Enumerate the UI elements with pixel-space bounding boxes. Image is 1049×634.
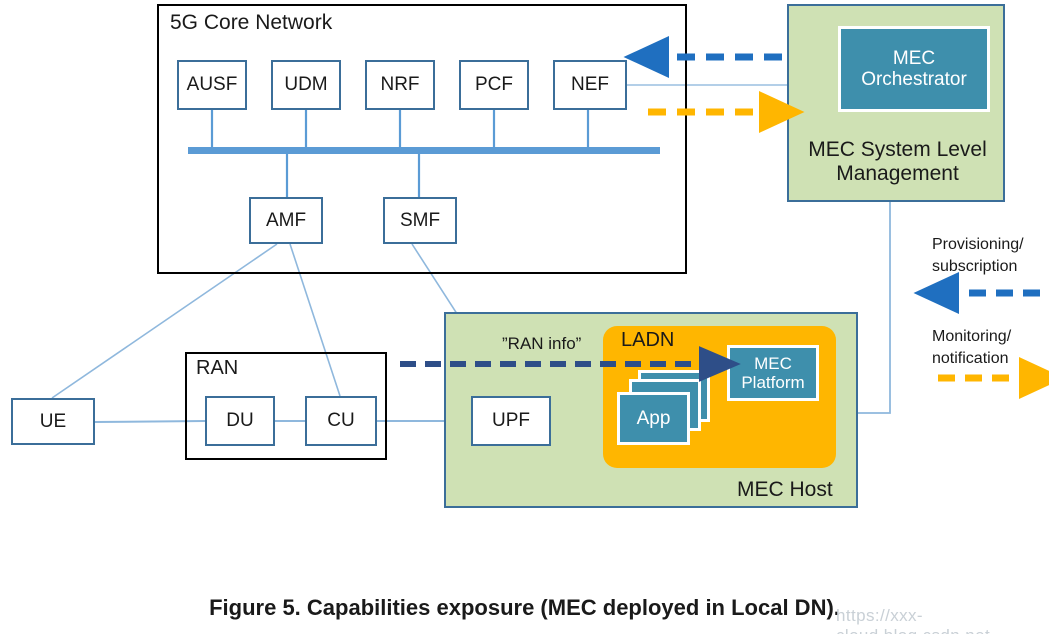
ran-title: RAN (196, 357, 239, 379)
ran-info-label: ”RAN info” (502, 334, 582, 353)
mec-orchestrator-label: MEC Orchestrator (861, 47, 967, 90)
watermark: https://xxx-cloud.blog.csdn.net (836, 606, 990, 634)
upf-box[interactable]: UPF (471, 396, 551, 446)
mec-host-title: MEC Host (737, 478, 833, 501)
legend-monitoring-line2: notification (932, 350, 1009, 367)
mec-system-level-management-title: MEC System Level Management (808, 138, 987, 186)
app-box[interactable]: App (617, 392, 690, 445)
ue-box[interactable]: UE (11, 398, 95, 445)
app-label: App (636, 407, 671, 429)
network-function-label: AMF (265, 209, 307, 231)
ran-node-label: DU (226, 410, 254, 432)
network-function-smf[interactable]: SMF (383, 197, 457, 244)
ran-node-du[interactable]: DU (205, 396, 275, 446)
ue-label: UE (39, 410, 67, 432)
5g-core-network-title: 5G Core Network (170, 11, 333, 34)
mec-orchestrator-box[interactable]: MEC Orchestrator (838, 26, 990, 112)
network-function-label: SMF (399, 209, 441, 231)
mec-platform-box[interactable]: MEC Platform (727, 345, 819, 401)
network-function-label: PCF (475, 74, 513, 96)
upf-label: UPF (492, 410, 530, 432)
mec-platform-label: MEC Platform (741, 353, 805, 392)
network-function-ausf[interactable]: AUSF (177, 60, 247, 110)
network-function-label: NEF (571, 74, 609, 96)
legend-provisioning-line1: Provisioning/ (932, 236, 1024, 253)
network-function-amf[interactable]: AMF (249, 197, 323, 244)
network-function-nrf[interactable]: NRF (365, 60, 435, 110)
network-function-label: AUSF (186, 74, 238, 96)
ladn-label: LADN (621, 329, 675, 351)
legend-provisioning-line2: subscription (932, 258, 1018, 275)
ran-node-label: CU (327, 410, 355, 432)
ran-node-cu[interactable]: CU (305, 396, 377, 446)
network-function-pcf[interactable]: PCF (459, 60, 529, 110)
service-based-interface-bus (188, 147, 660, 154)
figure-canvas: 5G Core Network AUSF UDM NRF PCF NEF AMF… (0, 0, 1049, 634)
network-function-label: UDM (284, 74, 328, 96)
legend-monitoring-line1: Monitoring/ (932, 328, 1012, 345)
network-function-udm[interactable]: UDM (271, 60, 341, 110)
network-function-nef[interactable]: NEF (553, 60, 627, 110)
network-function-label: NRF (380, 74, 420, 96)
